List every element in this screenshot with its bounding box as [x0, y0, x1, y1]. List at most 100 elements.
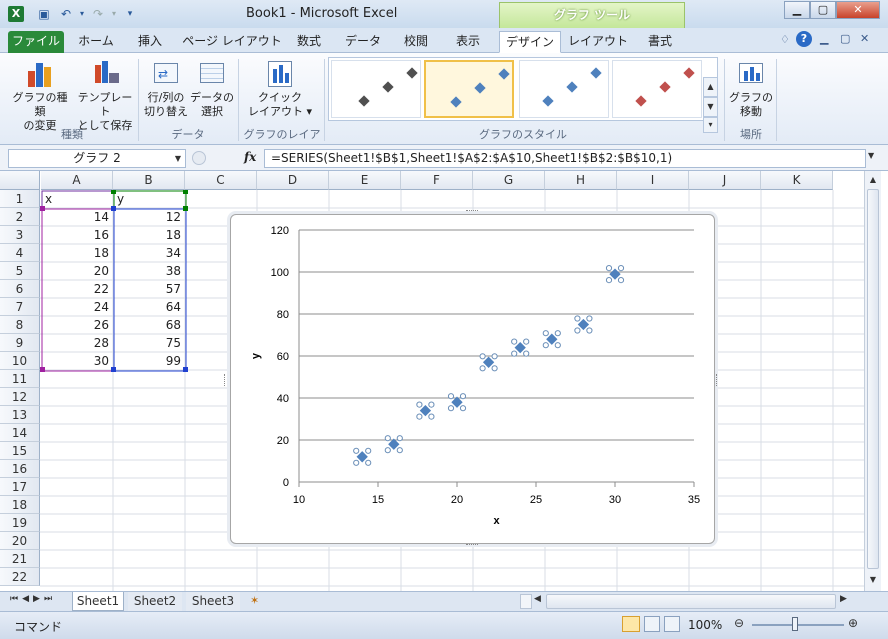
switch-row-column-button[interactable]: ⇄ 行/列の 切り替え	[142, 57, 190, 119]
formula-expand-icon[interactable]: ▼	[868, 151, 874, 160]
chart-style-1[interactable]	[331, 60, 421, 118]
column-header-f[interactable]: F	[401, 171, 473, 190]
zoom-in-icon[interactable]: ⊕	[848, 616, 858, 630]
row-header-8[interactable]: 8	[0, 316, 40, 334]
chart-resize-handle[interactable]	[224, 374, 227, 386]
gallery-scroll-down-icon[interactable]: ▼	[703, 97, 718, 117]
tab-insert[interactable]: 挿入	[126, 31, 174, 53]
scatter-chart[interactable]: 0 20 40 60 80 100 120 10 15 20 25 30 35 x y	[230, 214, 715, 544]
cell-a6[interactable]: 22	[41, 280, 113, 298]
sheet-tab-1[interactable]: Sheet1	[72, 592, 124, 611]
tab-formulas[interactable]: 数式	[288, 31, 330, 53]
tab-design[interactable]: デザイン	[499, 31, 561, 53]
column-header-i[interactable]: I	[617, 171, 689, 190]
cell-b10[interactable]: 99	[113, 352, 185, 370]
tab-data[interactable]: データ	[336, 31, 390, 53]
cell-a2[interactable]: 14	[41, 208, 113, 226]
zoom-level[interactable]: 100%	[688, 618, 722, 632]
cell-a8[interactable]: 26	[41, 316, 113, 334]
vertical-scrollbar[interactable]: ▲ ▼	[864, 171, 881, 591]
column-header-d[interactable]: D	[257, 171, 329, 190]
name-box-dropdown-icon[interactable]: ▼	[175, 150, 181, 167]
cell-b8[interactable]: 68	[113, 316, 185, 334]
zoom-slider-thumb[interactable]	[792, 617, 798, 631]
cell-b3[interactable]: 18	[113, 226, 185, 244]
normal-view-icon[interactable]	[622, 616, 640, 632]
chart-style-3[interactable]	[519, 60, 609, 118]
cell-b1[interactable]: y	[113, 190, 185, 208]
row-header-15[interactable]: 15	[0, 442, 40, 460]
insert-sheet-icon[interactable]: ✶	[250, 594, 266, 608]
row-header-12[interactable]: 12	[0, 388, 40, 406]
row-header-9[interactable]: 9	[0, 334, 40, 352]
chart-style-2[interactable]	[424, 60, 514, 118]
column-header-g[interactable]: G	[473, 171, 545, 190]
redo-icon[interactable]: ↷	[90, 6, 106, 22]
row-header-11[interactable]: 11	[0, 370, 40, 388]
chart-resize-handle[interactable]	[466, 210, 478, 213]
insert-function-icon[interactable]: fx	[244, 150, 256, 164]
close-button[interactable]: ✕	[836, 1, 880, 19]
tab-home[interactable]: ホーム	[70, 31, 122, 53]
tab-page-layout[interactable]: ページ レイアウト	[180, 31, 284, 53]
page-layout-view-icon[interactable]	[644, 616, 660, 632]
cell-b2[interactable]: 12	[113, 208, 185, 226]
tab-layout[interactable]: レイアウト	[566, 31, 630, 53]
change-chart-type-button[interactable]: グラフの種類 の変更	[8, 57, 72, 133]
customize-qat-icon[interactable]: ▾	[122, 6, 138, 22]
row-header-18[interactable]: 18	[0, 496, 40, 514]
cell-a1[interactable]: x	[41, 190, 113, 208]
sheet-nav-icons[interactable]: ⏮◀▶⏭	[10, 594, 56, 604]
row-header-10[interactable]: 10	[0, 352, 40, 370]
cell-a4[interactable]: 18	[41, 244, 113, 262]
gallery-scroll-up-icon[interactable]: ▲	[703, 77, 718, 97]
zoom-out-icon[interactable]: ⊖	[734, 616, 744, 630]
save-icon[interactable]: ▣	[36, 6, 52, 22]
row-header-7[interactable]: 7	[0, 298, 40, 316]
select-data-button[interactable]: データの 選択	[190, 57, 234, 119]
cell-b4[interactable]: 34	[113, 244, 185, 262]
ribbon-minimize-icon[interactable]: ♢	[780, 33, 790, 46]
hscroll-right-icon[interactable]: ▶	[840, 594, 847, 604]
quick-layout-button[interactable]: クイック レイアウト ▾	[244, 57, 316, 119]
row-header-21[interactable]: 21	[0, 550, 40, 568]
column-header-k[interactable]: K	[761, 171, 833, 190]
chart-resize-handle[interactable]	[716, 374, 719, 386]
column-header-j[interactable]: J	[689, 171, 761, 190]
hscroll-left-icon[interactable]: ◀	[534, 594, 541, 604]
tab-file[interactable]: ファイル	[8, 31, 64, 53]
restore-button[interactable]: ▢	[810, 1, 836, 19]
row-header-13[interactable]: 13	[0, 406, 40, 424]
sheet-tab-3[interactable]: Sheet3	[186, 592, 240, 611]
name-box[interactable]: グラフ 2 ▼	[8, 149, 186, 168]
page-break-view-icon[interactable]	[664, 616, 680, 632]
sheet-tab-2[interactable]: Sheet2	[128, 592, 182, 611]
cell-b6[interactable]: 57	[113, 280, 185, 298]
row-header-16[interactable]: 16	[0, 460, 40, 478]
row-header-14[interactable]: 14	[0, 424, 40, 442]
cell-b9[interactable]: 75	[113, 334, 185, 352]
hscroll-thumb[interactable]	[546, 594, 836, 609]
help-icon[interactable]: ?	[796, 31, 812, 47]
formula-bar-grip-icon[interactable]	[192, 151, 206, 165]
undo-dropdown-icon[interactable]: ▾	[74, 6, 90, 22]
minimize-button[interactable]: ▁	[784, 1, 810, 19]
cell-a3[interactable]: 16	[41, 226, 113, 244]
cell-a10[interactable]: 30	[41, 352, 113, 370]
tab-review[interactable]: 校閲	[394, 31, 438, 53]
doc-restore-icon[interactable]: ▢	[840, 32, 850, 45]
undo-icon[interactable]: ↶	[58, 6, 74, 22]
chart-resize-handle[interactable]	[466, 544, 478, 547]
zoom-slider-track[interactable]	[752, 624, 844, 626]
doc-close-icon[interactable]: ✕	[860, 32, 869, 45]
chart-style-4[interactable]	[612, 60, 702, 118]
column-header-a[interactable]: A	[41, 171, 113, 190]
row-header-19[interactable]: 19	[0, 514, 40, 532]
row-header-6[interactable]: 6	[0, 280, 40, 298]
column-header-b[interactable]: B	[113, 171, 185, 190]
column-header-e[interactable]: E	[329, 171, 401, 190]
column-header-c[interactable]: C	[185, 171, 257, 190]
scroll-down-icon[interactable]: ▼	[866, 573, 880, 587]
tab-split-handle[interactable]	[520, 594, 532, 609]
row-header-2[interactable]: 2	[0, 208, 40, 226]
